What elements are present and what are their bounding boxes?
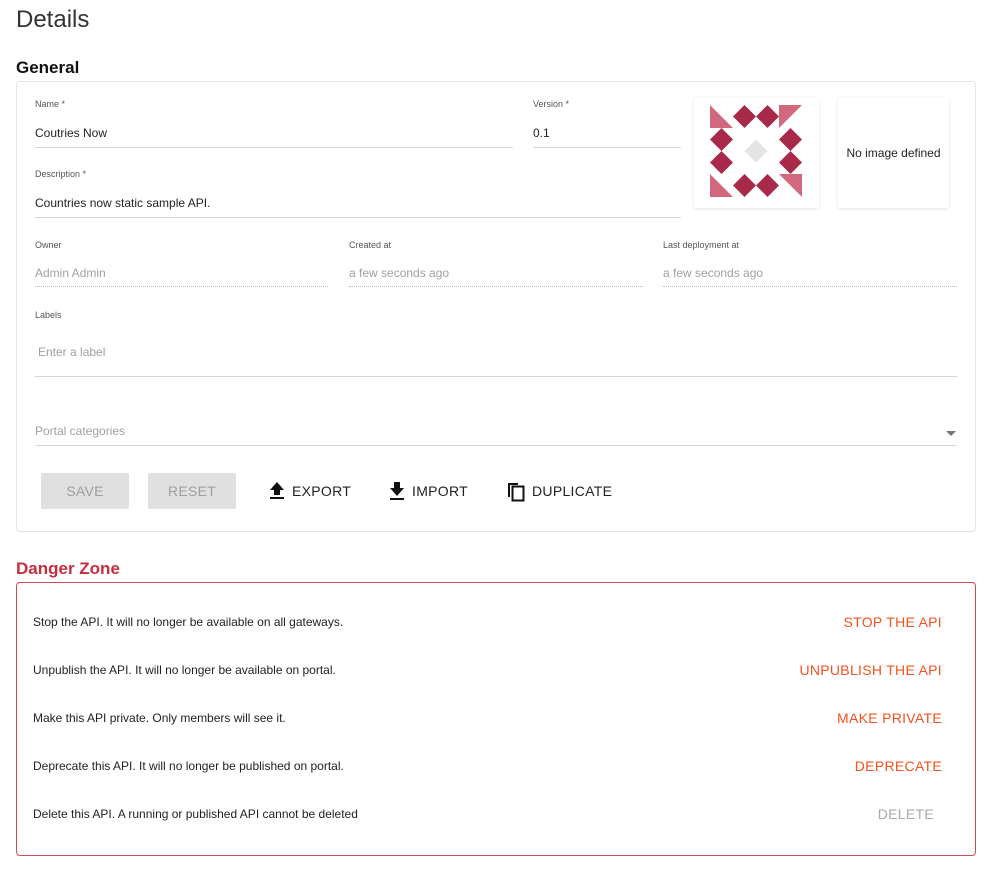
last-deployment-value: a few seconds ago [663, 266, 764, 280]
owner-label: Owner [35, 240, 62, 250]
general-section-title: General [16, 58, 80, 77]
name-label: Name * [35, 99, 66, 109]
unpublish-api-button[interactable]: UNPUBLISH THE API [799, 660, 942, 680]
owner-value: Admin Admin [35, 266, 106, 280]
version-value[interactable]: 0.1 [533, 126, 550, 140]
last-deployment-field: Last deployment at a few seconds ago [663, 240, 957, 288]
save-button[interactable]: SAVE [41, 473, 129, 509]
danger-row-stop: Stop the API. It will no longer be avail… [17, 612, 975, 632]
created-at-underline [349, 286, 643, 287]
export-button[interactable]: EXPORT [268, 473, 351, 509]
created-at-value: a few seconds ago [349, 266, 450, 280]
api-background[interactable]: No image defined [838, 97, 949, 208]
page-title: Details [16, 6, 90, 33]
version-field[interactable]: Version * 0.1 [533, 99, 681, 148]
import-label: IMPORT [412, 483, 468, 499]
created-at-field: Created at a few seconds ago [349, 240, 643, 288]
name-underline [35, 147, 513, 148]
export-label: EXPORT [292, 483, 352, 499]
deprecate-button[interactable]: DEPRECATE [855, 756, 942, 776]
delete-button[interactable]: DELETE [878, 804, 934, 824]
danger-row-text: Make this API private. Only members will… [33, 711, 286, 725]
description-underline [35, 217, 681, 218]
labels-underline [35, 376, 957, 377]
owner-field: Owner Admin Admin [35, 240, 328, 288]
name-value[interactable]: Coutries Now [35, 126, 107, 140]
import-button[interactable]: IMPORT [388, 473, 468, 509]
make-private-button[interactable]: MAKE PRIVATE [837, 708, 942, 728]
last-deployment-underline [663, 286, 957, 287]
upload-icon [270, 482, 284, 499]
danger-row-delete: Delete this API. A running or published … [17, 804, 975, 824]
version-underline [533, 147, 681, 148]
danger-row-text: Stop the API. It will no longer be avail… [33, 615, 344, 629]
created-at-label: Created at [349, 240, 392, 250]
labels-field[interactable]: Labels Enter a label [35, 310, 957, 378]
owner-underline [35, 286, 328, 287]
danger-row-text: Unpublish the API. It will no longer be … [33, 663, 336, 677]
copy-icon [508, 483, 525, 502]
duplicate-label: DUPLICATE [532, 483, 613, 499]
description-field[interactable]: Description * Countries now static sampl… [35, 169, 681, 218]
portal-categories-underline [35, 445, 957, 446]
reset-button[interactable]: RESET [148, 473, 236, 509]
danger-row-text: Delete this API. A running or published … [33, 807, 358, 821]
danger-row-private: Make this API private. Only members will… [17, 708, 975, 728]
api-picture[interactable] [694, 97, 819, 208]
portal-categories-select[interactable]: Portal categories [35, 421, 957, 446]
name-field[interactable]: Name * Coutries Now [35, 99, 513, 148]
danger-zone-title: Danger Zone [16, 559, 120, 578]
duplicate-button[interactable]: DUPLICATE [506, 473, 612, 509]
danger-row-text: Deprecate this API. It will no longer be… [33, 759, 344, 773]
description-value[interactable]: Countries now static sample API. [35, 196, 210, 210]
identicon-picture-icon [710, 105, 802, 197]
download-icon [390, 482, 404, 500]
danger-row-deprecate: Deprecate this API. It will no longer be… [17, 756, 975, 776]
version-label: Version * [533, 99, 570, 109]
description-label: Description * [35, 169, 87, 179]
background-empty-text: No image defined [846, 145, 941, 160]
chevron-down-icon[interactable] [946, 431, 956, 436]
danger-row-unpublish: Unpublish the API. It will no longer be … [17, 660, 975, 680]
stop-api-button[interactable]: STOP THE API [843, 612, 942, 632]
labels-input[interactable]: Enter a label [38, 345, 105, 359]
general-card [16, 81, 976, 532]
labels-label: Labels [35, 310, 62, 320]
portal-categories-placeholder: Portal categories [35, 424, 126, 438]
last-deployment-label: Last deployment at [663, 240, 740, 250]
danger-zone-card: Stop the API. It will no longer be avail… [16, 582, 976, 856]
